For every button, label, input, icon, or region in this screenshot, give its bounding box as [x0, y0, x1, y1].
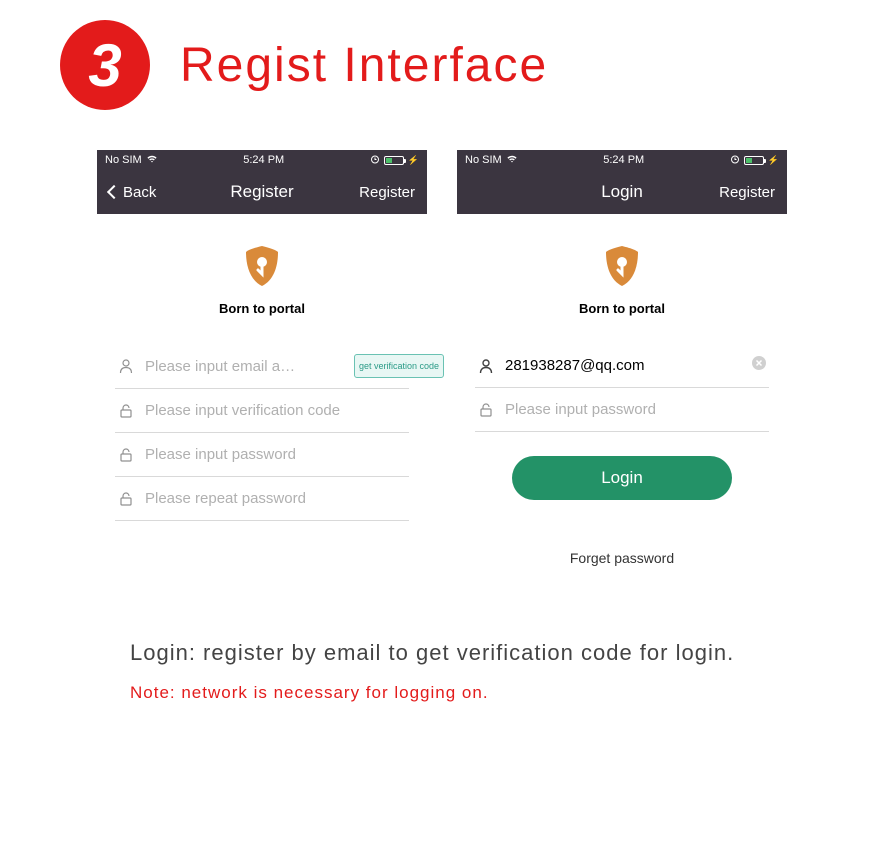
lock-open-icon [477, 402, 495, 418]
app-logo: Born to portal [115, 244, 409, 316]
footer-text: Login: register by email to get verifica… [0, 616, 884, 703]
section-header: 3 Regist Interface [0, 0, 884, 140]
status-bar: No SIM 5:24 PM ⚡ [97, 150, 427, 170]
lock-open-icon [117, 491, 135, 507]
nav-bar: Back Register Register [97, 170, 427, 214]
nav-title: Register [230, 182, 293, 202]
status-bar: No SIM 5:24 PM ⚡ [457, 150, 787, 170]
back-button[interactable]: Back [109, 184, 179, 201]
password-input[interactable] [505, 401, 767, 418]
phone-login: No SIM 5:24 PM ⚡ Login Register [457, 150, 787, 586]
wifi-icon [506, 154, 518, 166]
battery-icon [384, 156, 404, 165]
step-number-badge: 3 [60, 20, 150, 110]
charging-icon: ⚡ [768, 155, 779, 166]
verification-code-input[interactable] [145, 402, 407, 419]
logo-text: Born to portal [475, 301, 769, 316]
footer-note: Note: network is necessary for logging o… [130, 683, 754, 703]
user-icon [477, 358, 495, 374]
logo-text: Born to portal [115, 301, 409, 316]
code-row [115, 389, 409, 433]
email-row [475, 344, 769, 388]
clear-icon[interactable] [751, 355, 767, 376]
alarm-icon [370, 154, 380, 167]
carrier-text: No SIM [105, 154, 142, 166]
email-input[interactable] [505, 357, 741, 374]
login-body: Born to portal Login Forget password [457, 214, 787, 586]
repeat-password-row [115, 477, 409, 521]
phones-container: No SIM 5:24 PM ⚡ Back Register Register [0, 140, 884, 616]
shield-icon [602, 244, 642, 293]
chevron-left-icon [107, 185, 121, 199]
phone-register: No SIM 5:24 PM ⚡ Back Register Register [97, 150, 427, 586]
email-input[interactable] [145, 358, 344, 375]
footer-description: Login: register by email to get verifica… [130, 636, 754, 669]
charging-icon: ⚡ [408, 155, 419, 166]
password-row [115, 433, 409, 477]
forget-password-link[interactable]: Forget password [475, 550, 769, 566]
get-verification-button[interactable]: get verification code [354, 354, 444, 378]
repeat-password-input[interactable] [145, 490, 407, 507]
nav-right-button[interactable]: Register [345, 184, 415, 201]
carrier-text: No SIM [465, 154, 502, 166]
back-label: Back [123, 184, 156, 201]
alarm-icon [730, 154, 740, 167]
status-time: 5:24 PM [243, 154, 284, 166]
nav-right-button[interactable]: Register [705, 184, 775, 201]
shield-icon [242, 244, 282, 293]
status-time: 5:24 PM [603, 154, 644, 166]
password-input[interactable] [145, 446, 407, 463]
login-button[interactable]: Login [512, 456, 732, 500]
app-logo: Born to portal [475, 244, 769, 316]
nav-bar: Login Register [457, 170, 787, 214]
battery-icon [744, 156, 764, 165]
password-row [475, 388, 769, 432]
register-body: Born to portal get verification code [97, 214, 427, 541]
email-row: get verification code [115, 344, 409, 389]
wifi-icon [146, 154, 158, 166]
section-title: Regist Interface [180, 38, 548, 93]
user-icon [117, 358, 135, 374]
lock-open-icon [117, 447, 135, 463]
lock-open-icon [117, 403, 135, 419]
nav-title: Login [601, 182, 643, 202]
